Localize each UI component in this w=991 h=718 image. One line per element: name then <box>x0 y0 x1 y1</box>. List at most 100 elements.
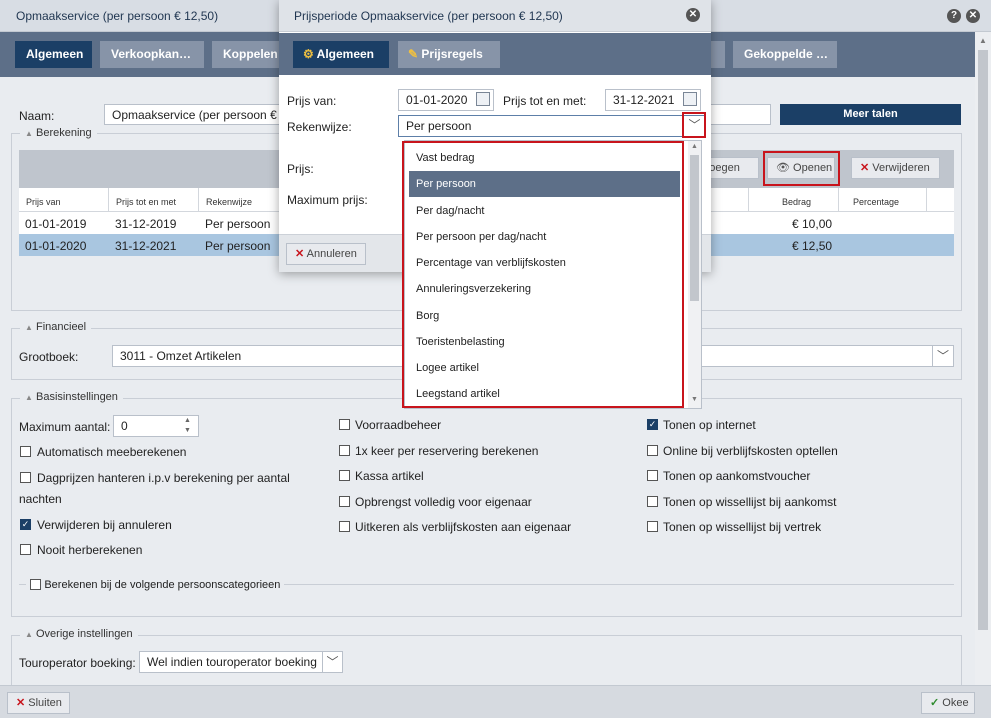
cell-bedrag: € 10,00 <box>792 217 833 231</box>
chevron-down-icon[interactable]: ﹀ <box>932 346 953 366</box>
checkbox-automatisch[interactable] <box>20 446 31 457</box>
scrollbar-thumb[interactable] <box>978 50 988 630</box>
col-prijs-tot[interactable]: Prijs tot en met <box>116 197 176 207</box>
label-nooit-herberekenen: Nooit herberekenen <box>37 543 143 557</box>
grootboek-label: Grootboek: <box>19 350 79 364</box>
label-tonen-internet: Tonen op internet <box>663 418 756 432</box>
checkbox-voorraadbeheer[interactable] <box>339 419 350 430</box>
calendar-icon[interactable] <box>476 92 490 106</box>
chevron-down-icon[interactable]: ﹀ <box>322 652 342 672</box>
label-opbrengst: Opbrengst volledig voor eigenaar <box>355 495 532 509</box>
verwijderen-button[interactable]: ✕ Verwijderen <box>851 157 940 179</box>
col-prijs-van[interactable]: Prijs van <box>26 197 61 207</box>
prijs-tot-label: Prijs tot en met: <box>503 94 587 108</box>
dropdown-scroll-thumb[interactable] <box>690 155 699 301</box>
prijs-van-value: 01-01-2020 <box>406 93 468 107</box>
checkbox-verwijderen-annuleren[interactable]: ✓ <box>20 519 31 530</box>
col-percentage[interactable]: Percentage <box>853 197 899 207</box>
cell-rekenwijze: Per persoon <box>205 217 271 231</box>
tab-verkoopkanalen[interactable]: Verkoopkan… <box>100 41 204 68</box>
checkbox-persoonscategorieen[interactable] <box>30 579 41 591</box>
cell-rekenwijze: Per persoon <box>205 239 271 253</box>
persoonscategorieen-toggle[interactable]: Berekenen bij de volgende persoonscatego… <box>26 577 285 591</box>
annuleren-button[interactable]: ✕ Annuleren <box>286 243 366 265</box>
max-aantal-value: 0 <box>121 419 128 433</box>
col-divider <box>108 188 109 212</box>
spinner-arrows-icon[interactable]: ▲ ▼ <box>184 416 191 436</box>
sluiten-button[interactable]: ✕ Sluiten <box>7 692 70 714</box>
max-prijs-label: Maximum prijs: <box>287 193 368 207</box>
checkbox-online-verblijfskosten[interactable] <box>647 445 658 456</box>
okee-button[interactable]: ✓ Okee <box>921 692 975 714</box>
label-wissellijst-aankomst: Tonen op wissellijst bij aankomst <box>663 495 837 509</box>
label-voorraadbeheer: Voorraadbeheer <box>355 418 442 432</box>
rekenwijze-select[interactable]: Per persoon <box>398 115 705 137</box>
prijs-tot-value: 31-12-2021 <box>613 93 675 107</box>
label-online-verblijfskosten: Online bij verblijfskosten optellen <box>663 444 838 458</box>
financieel-legend[interactable]: ▲ Financieel <box>20 321 92 333</box>
col-bedrag[interactable]: Bedrag <box>782 197 811 207</box>
close-window-icon[interactable]: ✕ <box>966 9 980 23</box>
scroll-up-icon[interactable]: ▲ <box>979 36 987 45</box>
berekening-legend-text: Berekening <box>35 127 92 139</box>
col-divider <box>838 188 839 212</box>
dialog-tab-prijsregels[interactable]: ✎ Prijsregels <box>398 41 500 68</box>
dialog-tab-algemeen-label: Algemeen <box>316 47 375 61</box>
dropdown-highlight <box>402 141 684 408</box>
cell-tot: 31-12-2019 <box>115 217 177 231</box>
gear-icon: ⚙ <box>303 47 314 61</box>
tab-algemeen[interactable]: Algemeen <box>15 41 92 68</box>
toevoegen-button[interactable]: Toevoegen <box>703 157 759 179</box>
checkbox-wissellijst-vertrek[interactable] <box>647 521 658 532</box>
dropdown-scrollbar[interactable]: ▲ ▼ <box>688 141 701 408</box>
collapse-icon[interactable]: ▲ <box>25 393 33 402</box>
help-icon[interactable]: ? <box>947 9 961 23</box>
checkbox-dagprijzen[interactable] <box>20 472 31 483</box>
tab-gekoppelde[interactable]: Gekoppelde … <box>733 41 837 68</box>
checkbox-opbrengst[interactable] <box>339 496 350 507</box>
checkbox-tonen-internet[interactable]: ✓ <box>647 419 658 430</box>
cell-van: 01-01-2020 <box>25 239 87 253</box>
basis-legend[interactable]: ▲ Basisinstellingen <box>20 391 123 403</box>
collapse-icon[interactable]: ▲ <box>25 129 33 138</box>
berekening-legend[interactable]: ▲ Berekening <box>20 127 97 139</box>
overige-legend[interactable]: ▲ Overige instellingen <box>20 628 138 640</box>
col-divider <box>926 188 927 212</box>
sluiten-label: Sluiten <box>28 697 62 709</box>
checkbox-wissellijst-aankomst[interactable] <box>647 496 658 507</box>
label-aankomstvoucher: Tonen op aankomstvoucher <box>663 469 811 483</box>
verwijderen-label: Verwijderen <box>872 162 930 174</box>
calendar-icon[interactable] <box>683 92 697 106</box>
window-title: Opmaakservice (per persoon € 12,50) <box>16 9 219 23</box>
checkbox-nooit-herberekenen[interactable] <box>20 544 31 555</box>
col-rekenwijze[interactable]: Rekenwijze <box>206 197 252 207</box>
collapse-icon[interactable]: ▲ <box>25 630 33 639</box>
dialog-tab-algemeen[interactable]: ⚙ Algemeen <box>293 41 389 68</box>
scroll-down-icon[interactable]: ▼ <box>691 396 698 403</box>
checkbox-aankomstvoucher[interactable] <box>647 470 658 481</box>
delete-x-icon: ✕ <box>860 162 870 174</box>
meer-talen-button[interactable]: Meer talen <box>780 104 961 125</box>
main-scrollbar[interactable]: ▲ <box>975 32 991 685</box>
touroperator-select[interactable]: Wel indien touroperator boeking <box>139 651 343 673</box>
label-kassa: Kassa artikel <box>355 469 424 483</box>
checkbox-uitkeren[interactable] <box>339 521 350 532</box>
financieel-legend-text: Financieel <box>35 321 87 333</box>
rekenwijze-value: Per persoon <box>406 119 472 133</box>
openen-button[interactable]: 👁 Openen <box>767 157 835 179</box>
tab-koppelen[interactable]: Koppelen <box>212 41 282 68</box>
close-x-icon: ✕ <box>16 697 26 709</box>
dialog-close-icon[interactable]: ✕ <box>686 8 700 22</box>
max-aantal-label: Maximum aantal: <box>19 420 111 434</box>
grootboek-value: 3011 - Omzet Artikelen <box>120 349 242 363</box>
col-divider <box>748 188 749 212</box>
scroll-up-icon[interactable]: ▲ <box>691 143 698 150</box>
label-wissellijst-vertrek: Tonen op wissellijst bij vertrek <box>663 520 822 534</box>
chevron-down-icon[interactable]: ﹀ <box>685 116 704 135</box>
cell-van: 01-01-2019 <box>25 217 87 231</box>
collapse-icon[interactable]: ▲ <box>25 323 33 332</box>
checkbox-1x-keer[interactable] <box>339 445 350 456</box>
checkbox-kassa[interactable] <box>339 470 350 481</box>
label-dagprijzen-cont: nachten <box>19 492 62 506</box>
price-tag-icon: ✎ <box>408 47 419 61</box>
